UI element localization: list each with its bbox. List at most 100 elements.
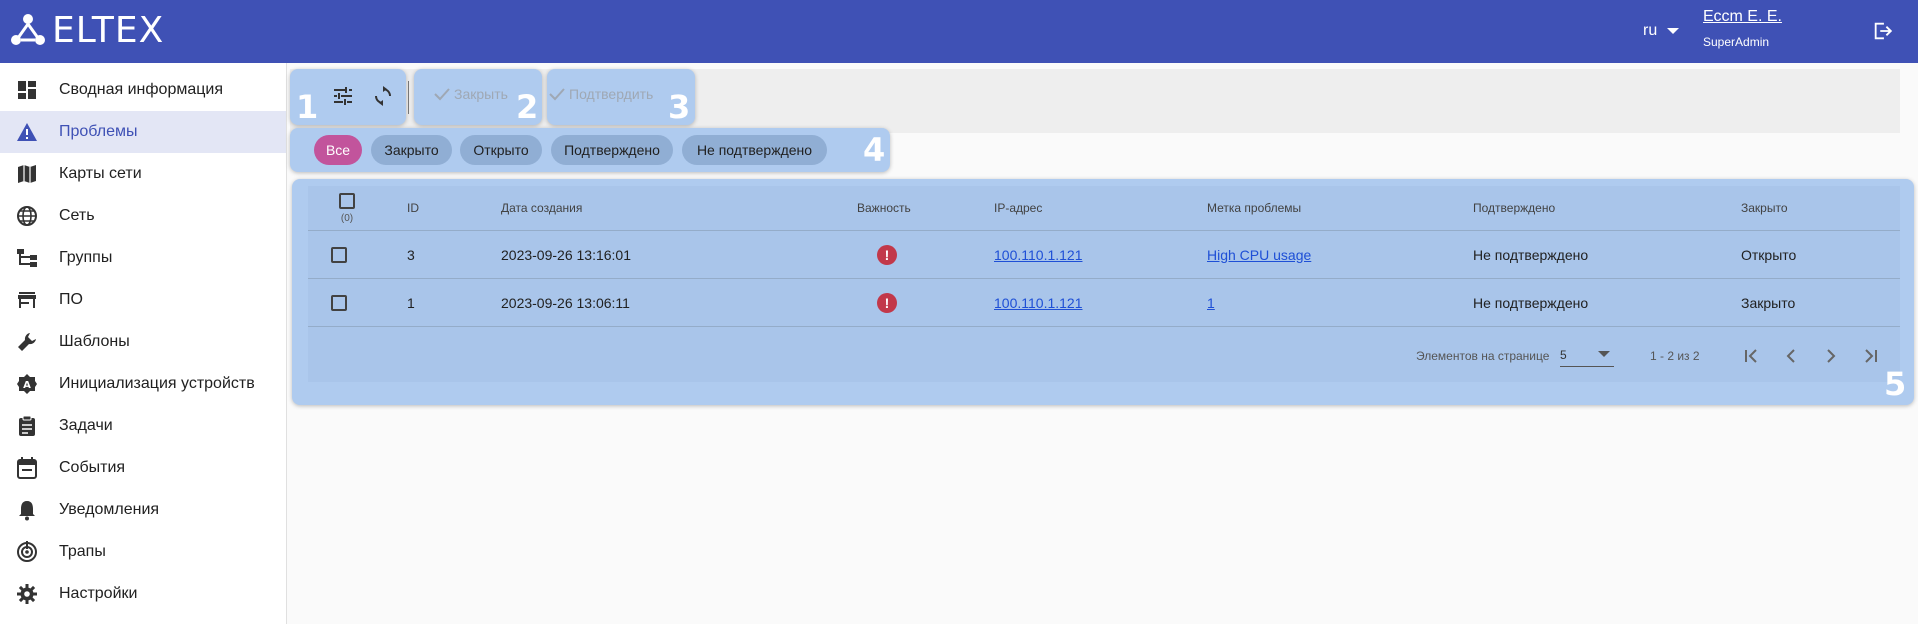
refresh-button[interactable] <box>367 80 399 112</box>
sidebar-item-traps[interactable]: Трапы <box>0 531 286 573</box>
filter-chip-unconfirmed[interactable]: Не подтверждено <box>682 135 827 165</box>
confirm-button[interactable]: Подтвердить <box>549 86 653 102</box>
warning-icon <box>15 120 39 144</box>
row-confirmed: Не подтверждено <box>1473 246 1589 263</box>
last-page-icon[interactable] <box>1859 344 1883 368</box>
column-header-label[interactable]: Метка проблемы <box>1207 186 1301 230</box>
eltex-logo[interactable]: ELTEX <box>8 10 164 51</box>
sidebar-item-notifications[interactable]: Уведомления <box>0 489 286 531</box>
sidebar-item-label: Трапы <box>59 543 106 560</box>
sidebar-item-label: Уведомления <box>59 501 160 518</box>
severity-error-icon: ! <box>877 244 897 265</box>
sidebar-item-events[interactable]: События <box>0 447 286 489</box>
sidebar-item-problems[interactable]: Проблемы <box>0 111 286 153</box>
toolbar-divider <box>408 82 409 114</box>
row-date: 2023-09-26 13:06:11 <box>501 294 630 311</box>
close-button[interactable]: Закрыть <box>434 86 508 102</box>
tune-icon <box>334 87 352 105</box>
sidebar-item-software[interactable]: ПО <box>0 279 286 321</box>
sidebar-item-label: Инициализация устройств <box>59 375 255 392</box>
sidebar-item-label: Задачи <box>59 417 113 434</box>
callout-number: 3 <box>668 88 691 126</box>
sidebar-item-device-init[interactable]: A Инициализация устройств <box>0 363 286 405</box>
callout-number: 2 <box>516 88 539 126</box>
sidebar-item-label: События <box>59 459 126 476</box>
language-select[interactable]: ru <box>1643 22 1680 40</box>
svg-text:A: A <box>23 380 31 391</box>
row-divider <box>308 326 1900 327</box>
user-name-link[interactable]: Ессm Е. Е. <box>1703 8 1782 26</box>
row-closed: Закрыто <box>1741 294 1796 311</box>
row-label-link[interactable]: 1 <box>1207 295 1215 311</box>
filter-chip-label: Открыто <box>473 142 529 158</box>
row-date: 2023-09-26 13:16:01 <box>501 246 631 263</box>
sidebar-item-groups[interactable]: Группы <box>0 237 286 279</box>
filter-chip-confirmed[interactable]: Подтверждено <box>551 135 673 165</box>
column-header-created[interactable]: Дата создания <box>501 186 582 230</box>
column-header-severity[interactable]: Важность <box>857 186 911 230</box>
target-icon <box>15 540 39 564</box>
chevron-down-icon <box>1598 351 1610 357</box>
page-range: 1 - 2 из 2 <box>1650 349 1700 363</box>
row-id: 1 <box>407 294 415 311</box>
column-header-ip[interactable]: IP-адрес <box>994 186 1042 230</box>
selected-count: (0) <box>340 212 354 224</box>
filter-chip-label: Закрыто <box>384 142 439 158</box>
gear-icon <box>15 582 39 606</box>
sidebar-item-label: Карты сети <box>59 165 142 182</box>
row-id: 3 <box>407 246 415 263</box>
user-role: SuperAdmin <box>1703 35 1770 49</box>
filter-chip-all[interactable]: Все <box>314 135 362 165</box>
sidebar-item-label: ПО <box>59 291 83 308</box>
dashboard-icon <box>15 78 39 102</box>
close-button-label: Закрыть <box>454 86 508 102</box>
sidebar-item-label: Сводная информация <box>59 81 223 98</box>
prev-page-icon[interactable] <box>1779 344 1803 368</box>
sidebar-item-label: Сеть <box>59 207 95 224</box>
row-ip-link[interactable]: 100.110.1.121 <box>994 295 1083 311</box>
table-header: (0) ID Дата создания Важность IP-адрес М… <box>308 186 1900 230</box>
sidebar-item-label: Группы <box>59 249 113 266</box>
logout-icon[interactable] <box>1872 20 1894 42</box>
top-bar: ELTEX ru Ессm Е. Е. SuperAdmin <box>0 0 1918 63</box>
sidebar-item-settings[interactable]: Настройки <box>0 573 286 615</box>
filter-chip-label: Все <box>325 142 351 158</box>
sidebar-item-label: Шаблоны <box>59 333 130 350</box>
column-header-id[interactable]: ID <box>407 186 419 230</box>
sidebar-item-network-maps[interactable]: Карты сети <box>0 153 286 195</box>
first-page-icon[interactable] <box>1739 344 1763 368</box>
column-header-confirmed[interactable]: Подтверждено <box>1473 186 1555 230</box>
per-page-select[interactable]: 5 <box>1560 345 1614 367</box>
sidebar: Сводная информация Проблемы Карты сети С… <box>0 63 287 624</box>
filter-chip-open[interactable]: Открыто <box>460 135 542 165</box>
check-icon <box>549 88 565 101</box>
filter-settings-button[interactable] <box>327 80 359 112</box>
chevron-down-icon <box>1667 28 1680 34</box>
row-ip-link[interactable]: 100.110.1.121 <box>994 247 1083 263</box>
table-row[interactable]: 1 2023-09-26 13:06:11 ! 100.110.1.121 1 … <box>308 279 1900 326</box>
next-page-icon[interactable] <box>1819 344 1843 368</box>
filter-chip-label: Не подтверждено <box>696 142 813 158</box>
row-checkbox[interactable] <box>331 246 347 263</box>
sidebar-item-summary[interactable]: Сводная информация <box>0 69 286 111</box>
confirm-button-label: Подтвердить <box>569 86 654 102</box>
callout-number: 5 <box>1884 365 1907 403</box>
table-row[interactable]: 3 2023-09-26 13:16:01 ! 100.110.1.121 Hi… <box>308 231 1900 278</box>
user-info: Ессm Е. Е. SuperAdmin <box>1703 8 1782 49</box>
sidebar-item-tasks[interactable]: Задачи <box>0 405 286 447</box>
filter-chip-closed[interactable]: Закрыто <box>371 135 452 165</box>
select-all-checkbox[interactable] <box>339 192 355 209</box>
sidebar-item-templates[interactable]: Шаблоны <box>0 321 286 363</box>
column-header-closed[interactable]: Закрыто <box>1741 186 1788 230</box>
clipboard-icon <box>15 414 39 438</box>
row-checkbox[interactable] <box>331 294 347 311</box>
filter-chip-label: Подтверждено <box>564 142 660 158</box>
select-all-cell: (0) <box>332 186 362 230</box>
sidebar-item-network[interactable]: Сеть <box>0 195 286 237</box>
bell-icon <box>15 498 39 522</box>
severity-error-icon: ! <box>877 292 897 313</box>
refresh-icon <box>375 86 391 106</box>
row-label-link[interactable]: High CPU usage <box>1207 247 1311 263</box>
callout-number: 1 <box>296 88 319 126</box>
auto-badge-icon: A <box>15 372 39 396</box>
